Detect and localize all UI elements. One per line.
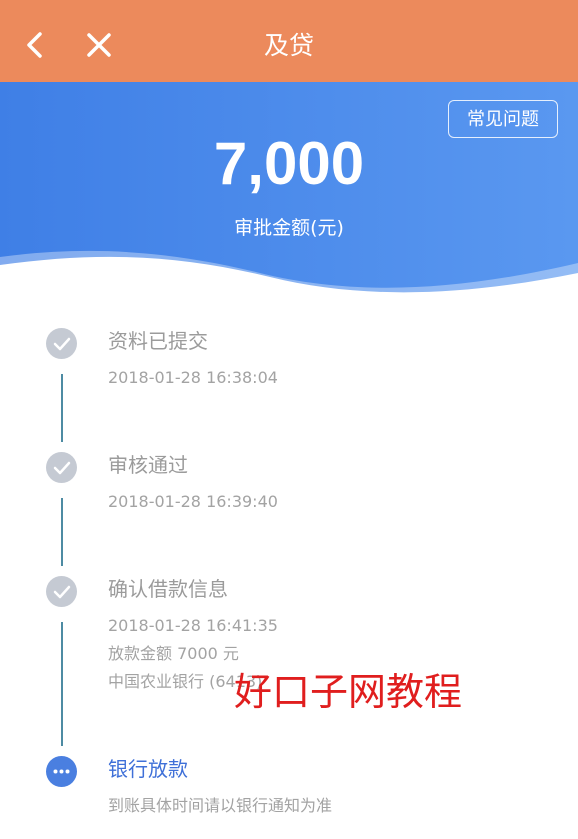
step-title: 确认借款信息 xyxy=(108,577,228,601)
step-timestamp: 2018-01-28 16:41:35 xyxy=(108,616,278,635)
check-icon xyxy=(53,337,71,351)
step-title: 银行放款 xyxy=(108,757,188,781)
timeline-connector xyxy=(61,498,63,566)
step-note: 到账具体时间请以银行通知为准 xyxy=(108,796,333,815)
progress-timeline: 资料已提交 2018-01-28 16:38:04 审核通过 2018-01-2… xyxy=(0,302,578,839)
approved-amount: 7,000 xyxy=(213,130,365,197)
timeline-connector xyxy=(61,622,63,746)
timeline-connector xyxy=(61,374,63,442)
step-status-dot xyxy=(46,576,77,607)
page-title: 及贷 xyxy=(263,31,314,60)
check-icon xyxy=(53,461,71,475)
step-timestamp: 2018-01-28 16:38:04 xyxy=(108,368,278,387)
step-timestamp: 2018-01-28 16:39:40 xyxy=(108,492,278,511)
amount-header: 常见问题 7,000 审批金额(元) xyxy=(0,82,578,303)
watermark: 好口子网教程 xyxy=(234,670,463,714)
step-title: 审核通过 xyxy=(108,453,188,477)
loan-amount-text: 放款金额 7000 元 xyxy=(108,644,239,663)
check-icon xyxy=(53,585,71,599)
more-dots-icon xyxy=(53,769,70,774)
step-status-dot xyxy=(46,328,77,359)
approved-amount-label: 审批金额(元) xyxy=(234,217,344,239)
navbar: 及贷 xyxy=(0,0,578,82)
wave-divider xyxy=(0,250,578,303)
step-title: 资料已提交 xyxy=(108,329,208,353)
step-status-dot xyxy=(46,452,77,483)
step-status-dot xyxy=(46,756,77,787)
